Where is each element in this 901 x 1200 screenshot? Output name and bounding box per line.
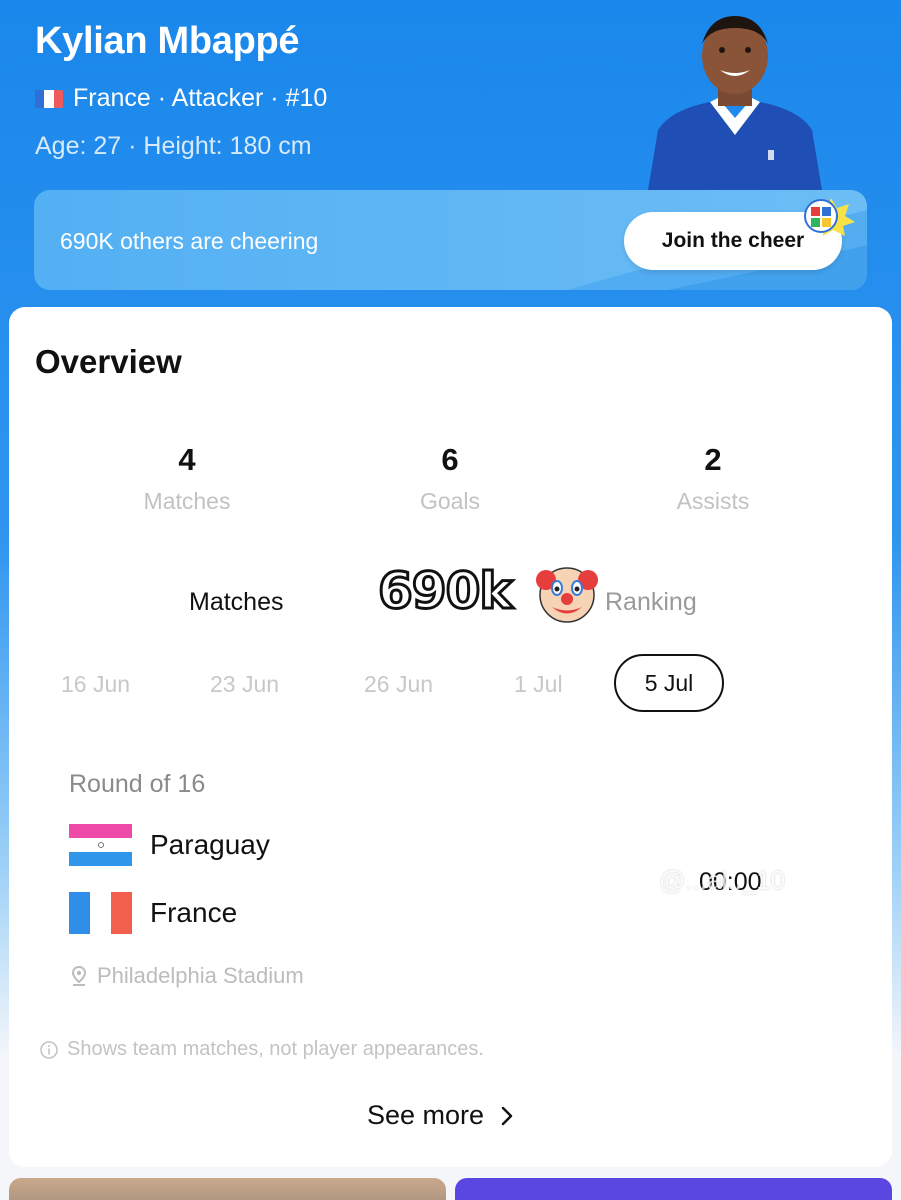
france-flag-icon xyxy=(69,892,132,934)
venue: Philadelphia Stadium xyxy=(69,963,304,989)
bottom-card-left[interactable] xyxy=(9,1178,446,1200)
watermark-text: @...al.._10 xyxy=(659,865,786,895)
player-photo xyxy=(648,16,822,190)
bottom-card-right[interactable] xyxy=(455,1178,892,1200)
player-name: Kylian Mbappé xyxy=(35,20,300,62)
overlay-sticker-text: 690k xyxy=(377,561,515,622)
cheer-count-text: 690K others are cheering xyxy=(60,228,319,254)
player-age-height: Age: 27 · Height: 180 cm xyxy=(35,132,312,160)
see-more-button[interactable]: See more xyxy=(367,1100,514,1131)
tab-matches[interactable]: Matches xyxy=(189,588,283,617)
match-round: Round of 16 xyxy=(69,770,206,798)
date-option[interactable]: 16 Jun xyxy=(61,671,130,698)
stat-label: Goals xyxy=(419,488,481,514)
info-note: Shows team matches, not player appearanc… xyxy=(39,1038,484,1061)
chevron-right-icon xyxy=(501,1106,513,1125)
overview-card: Overview 4 Matches 6 Goals 2 Assists Mat… xyxy=(9,307,892,1167)
team-row-away[interactable]: France xyxy=(69,892,237,934)
date-option-selected[interactable]: 5 Jul xyxy=(614,654,724,712)
info-icon xyxy=(40,1040,58,1059)
stat-label: Matches xyxy=(143,488,231,514)
team-row-home[interactable]: Paraguay xyxy=(69,824,270,866)
see-more-label: See more xyxy=(367,1100,485,1130)
stat-matches: 4 Matches xyxy=(87,442,287,515)
info-note-text: Shows team matches, not player appearanc… xyxy=(67,1038,484,1060)
player-meta-text: France · Attacker · #10 xyxy=(73,84,328,112)
venue-name: Philadelphia Stadium xyxy=(97,963,304,988)
date-option[interactable]: 23 Jun xyxy=(210,671,279,698)
team-name-away: France xyxy=(150,897,238,928)
player-meta: France · Attacker · #10 xyxy=(35,84,327,113)
date-option[interactable]: 1 Jul xyxy=(514,671,563,698)
location-pin-icon xyxy=(71,965,87,986)
stat-label: Assists xyxy=(676,488,750,514)
stat-value: 4 xyxy=(178,442,196,477)
clown-face-icon xyxy=(536,567,598,623)
cheer-sticker-icon xyxy=(804,198,855,236)
player-header: Kylian Mbappé France · Attacker · #10 Ag… xyxy=(0,0,901,310)
tab-ranking[interactable]: Ranking xyxy=(605,588,697,617)
date-option[interactable]: 26 Jun xyxy=(364,671,433,698)
overview-title: Overview xyxy=(35,343,182,380)
france-flag-icon xyxy=(35,89,63,108)
paraguay-flag-icon xyxy=(69,824,132,866)
team-name-home: Paraguay xyxy=(150,829,270,860)
stat-value: 6 xyxy=(441,442,459,477)
stat-value: 2 xyxy=(704,442,722,477)
stat-assists: 2 Assists xyxy=(613,442,813,515)
cheer-banner: 690K others are cheering Join the cheer xyxy=(34,190,867,290)
stat-goals: 6 Goals xyxy=(350,442,550,515)
